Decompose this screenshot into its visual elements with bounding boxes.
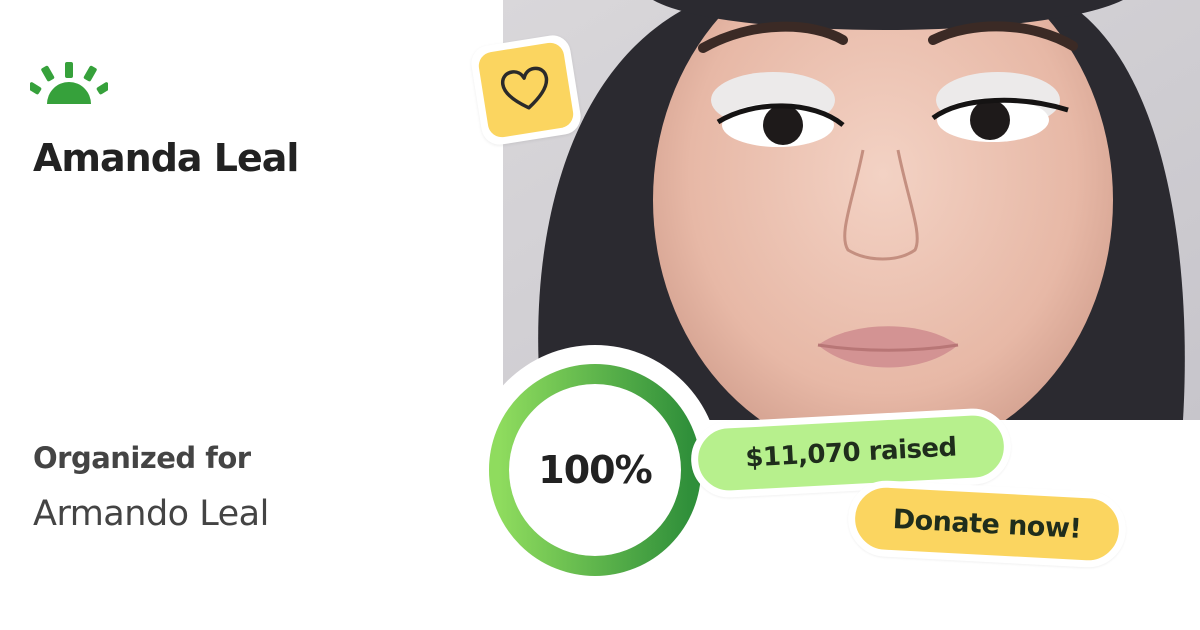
donate-now-button[interactable]: Donate now!: [846, 478, 1128, 570]
organizer-name: Amanda Leal: [33, 136, 299, 180]
organized-for-label: Organized for: [33, 441, 251, 475]
progress-percent: 100%: [538, 448, 652, 492]
beneficiary-name: Armando Leal: [33, 494, 269, 534]
heart-sticker: [468, 32, 584, 148]
progress-ring: 100%: [470, 345, 720, 595]
gofundme-logo-icon: [27, 62, 111, 104]
heart-icon: [500, 66, 549, 110]
